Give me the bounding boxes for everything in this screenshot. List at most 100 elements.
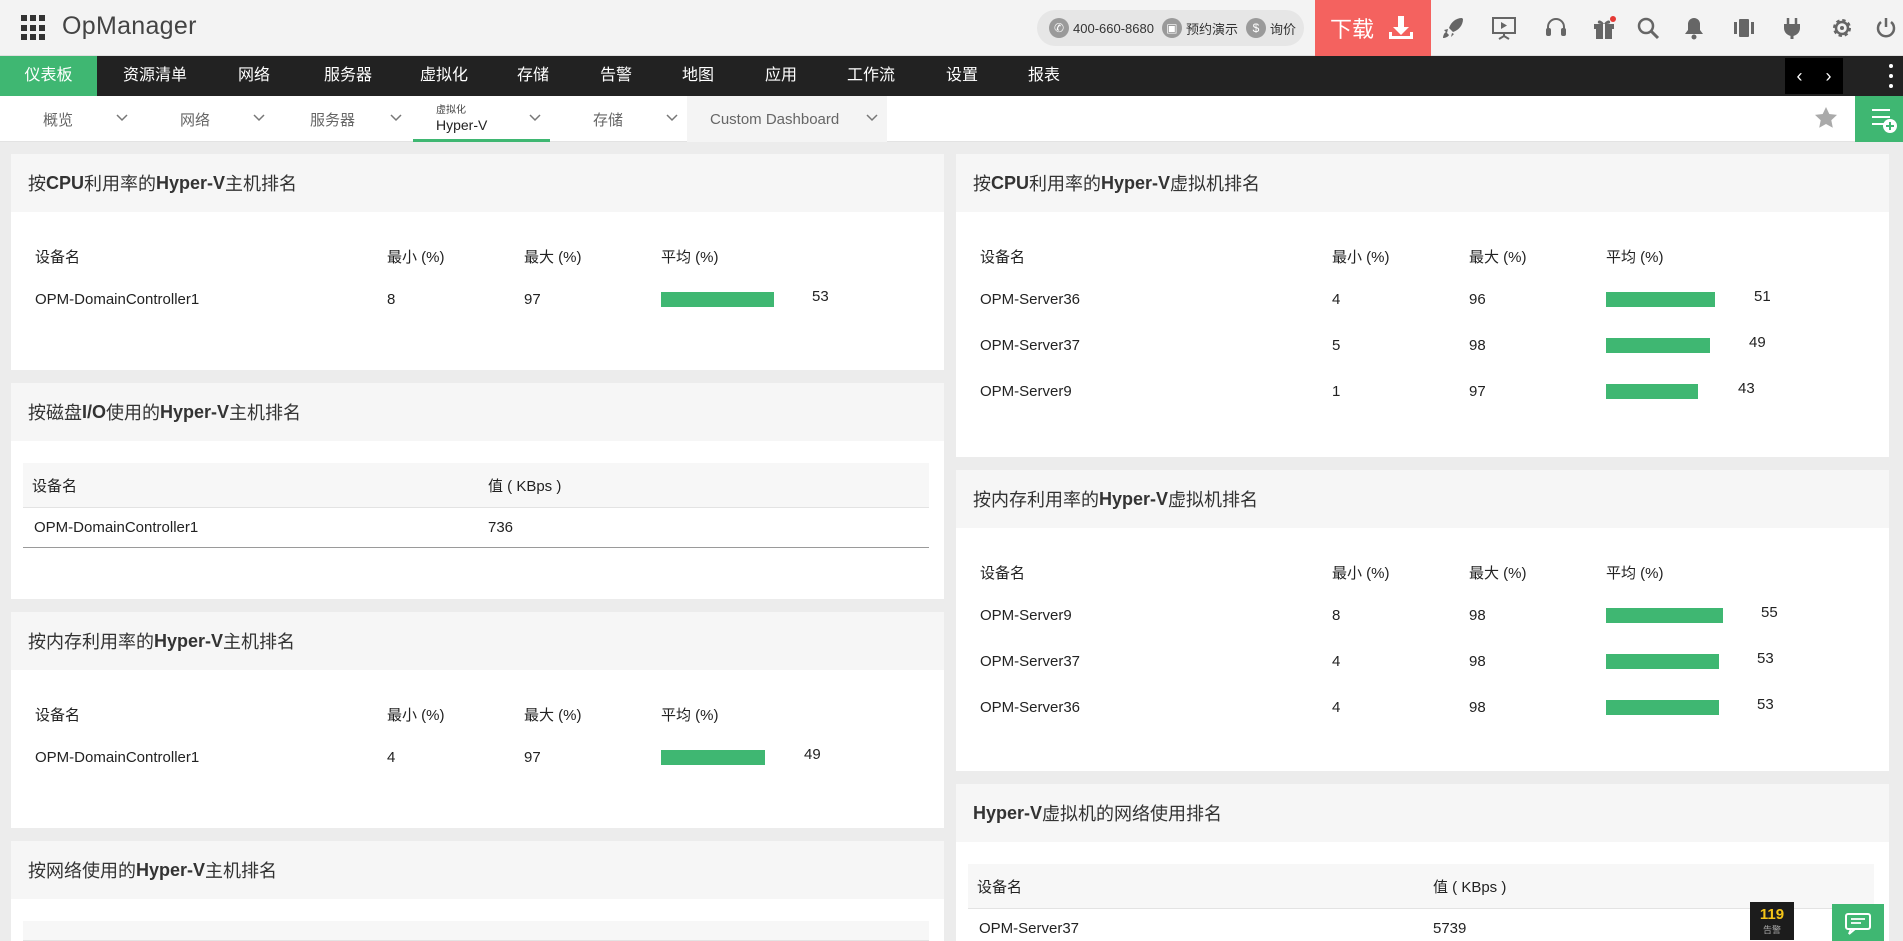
tab-category: 虚拟化	[436, 104, 466, 116]
max-value: 98	[1469, 337, 1486, 354]
alarm-count: 119	[1759, 906, 1785, 923]
device-name[interactable]: OPM-DomainController1	[34, 519, 198, 536]
tab-overview[interactable]: 概览	[0, 96, 137, 142]
tab-label: Hyper-V	[436, 116, 488, 133]
presentation-icon[interactable]	[1489, 13, 1519, 43]
col-max: 最大 (%)	[524, 707, 582, 724]
nav-storage[interactable]: 存储	[500, 56, 566, 96]
app-title: OpManager	[62, 12, 197, 40]
chevron-down-icon	[390, 114, 402, 122]
panel-host-disk-io: 按磁盘 I/O 使用的 Hyper-V 主机排名 设备名 值 ( KBps ) OPM-…	[11, 383, 944, 599]
power-icon[interactable]	[1871, 13, 1901, 43]
tab-network[interactable]: 网络	[137, 96, 274, 142]
col-value: 值 ( KBps )	[488, 478, 562, 495]
device-name[interactable]: OPM-Server36	[980, 699, 1080, 716]
nav-reports[interactable]: 报表	[1011, 56, 1077, 96]
col-min: 最小 (%)	[1332, 565, 1390, 582]
panel-title: 按 CPU 利用率的 Hyper-V 虚拟机排名	[956, 154, 1889, 212]
tab-label: 存储	[593, 111, 624, 129]
panel-host-cpu: 按 CPU 利用率的 Hyper-V 主机排名 设备名 最小 (%) 最大 (%) 平均…	[11, 154, 944, 370]
more-vertical-icon[interactable]	[1886, 64, 1896, 88]
device-name[interactable]: OPM-Server36	[980, 291, 1080, 308]
avg-bar	[1606, 384, 1698, 399]
max-value: 96	[1469, 291, 1486, 308]
chevron-down-icon	[253, 114, 265, 122]
device-name[interactable]: OPM-Server37	[980, 653, 1080, 670]
min-value: 8	[387, 291, 396, 308]
quote-link[interactable]: $ 询价	[1245, 18, 1296, 38]
phone-link[interactable]: ✆ 400-660-8680	[1049, 18, 1154, 38]
alarm-count-badge[interactable]: 119 告警	[1750, 902, 1794, 940]
col-device-name: 设备名	[980, 565, 1026, 582]
col-avg: 平均 (%)	[661, 249, 719, 266]
avg-value: 43	[1738, 380, 1755, 397]
col-device-name: 设备名	[977, 879, 1023, 896]
add-widget-button[interactable]	[1855, 96, 1903, 142]
max-value: 97	[524, 291, 541, 308]
device-name[interactable]: OPM-DomainController1	[35, 291, 199, 308]
panel-vm-cpu: 按 CPU 利用率的 Hyper-V 虚拟机排名 设备名 最小 (%) 最大 (%) 平…	[956, 154, 1889, 457]
sub-nav: 概览 网络 服务器 虚拟化 Hyper-V 存储 Custom Dashboar…	[0, 96, 1903, 142]
device-name[interactable]: OPM-DomainController1	[35, 749, 199, 766]
headset-icon[interactable]	[1541, 13, 1571, 43]
avg-bar	[661, 750, 765, 765]
tab-label: 服务器	[310, 111, 356, 129]
nav-maps[interactable]: 地图	[665, 56, 731, 96]
avg-value: 53	[1757, 650, 1774, 667]
app-grid-icon[interactable]	[21, 15, 47, 41]
tab-hyper-v[interactable]: 虚拟化 Hyper-V	[413, 96, 550, 142]
main-nav: 仪表板 资源清单 网络 服务器 虚拟化 存储 告警 地图 应用 工作流 设置 报…	[0, 56, 1903, 96]
tab-servers[interactable]: 服务器	[274, 96, 411, 142]
quote-label: 询价	[1269, 21, 1296, 37]
col-max: 最大 (%)	[1469, 249, 1527, 266]
download-button[interactable]: 下载	[1315, 0, 1431, 56]
gift-icon[interactable]	[1589, 13, 1619, 43]
table-bottom-line	[23, 547, 929, 548]
rocket-icon[interactable]	[1438, 13, 1468, 43]
panel-host-memory: 按内存利用率的 Hyper-V 主机排名 设备名 最小 (%) 最大 (%) 平均 …	[11, 612, 944, 828]
avg-value: 55	[1761, 604, 1778, 621]
nav-settings[interactable]: 设置	[929, 56, 995, 96]
col-value: 值 ( KBps )	[1433, 879, 1507, 896]
panel-title: 按内存利用率的 Hyper-V 主机排名	[11, 612, 944, 670]
gear-icon[interactable]	[1827, 13, 1857, 43]
plugin-icon[interactable]	[1777, 13, 1807, 43]
search-icon[interactable]	[1633, 13, 1663, 43]
device-name[interactable]: OPM-Server37	[980, 337, 1080, 354]
top-bar: OpManager ✆ 400-660-8680 ▣ 预约演示 $ 询价 下载	[0, 0, 1903, 56]
col-max: 最大 (%)	[524, 249, 582, 266]
nav-virtualization[interactable]: 虚拟化	[404, 56, 484, 96]
nav-servers[interactable]: 服务器	[307, 56, 389, 96]
tab-label: 网络	[180, 111, 211, 129]
value: 5739	[1433, 920, 1467, 937]
chat-button[interactable]	[1832, 904, 1884, 941]
tab-storage[interactable]: 存储	[550, 96, 687, 142]
panel-title: 按网络使用的 Hyper-V 主机排名	[11, 841, 944, 899]
nav-inventory[interactable]: 资源清单	[105, 56, 205, 96]
avg-value: 49	[1749, 334, 1766, 351]
device-name[interactable]: OPM-Server9	[980, 383, 1072, 400]
nav-apps[interactable]: 应用	[748, 56, 814, 96]
min-value: 1	[1332, 383, 1341, 400]
chevron-left-icon[interactable]: ‹	[1785, 58, 1814, 94]
demo-link[interactable]: ▣ 预约演示	[1161, 18, 1238, 38]
avg-bar	[1606, 700, 1719, 715]
max-value: 98	[1469, 699, 1486, 716]
min-value: 8	[1332, 607, 1341, 624]
tab-custom-dashboard[interactable]: Custom Dashboard	[687, 96, 887, 142]
nav-network[interactable]: 网络	[221, 56, 287, 96]
avg-bar	[1606, 292, 1715, 307]
bell-icon[interactable]	[1679, 13, 1709, 43]
device-name[interactable]: OPM-Server37	[979, 920, 1079, 937]
nav-dashboard[interactable]: 仪表板	[0, 56, 97, 96]
vibrate-icon[interactable]	[1729, 13, 1759, 43]
device-name[interactable]: OPM-Server9	[980, 607, 1072, 624]
star-icon[interactable]	[1812, 104, 1840, 132]
col-avg: 平均 (%)	[661, 707, 719, 724]
avg-value: 53	[812, 288, 829, 305]
nav-alarms[interactable]: 告警	[583, 56, 649, 96]
max-value: 97	[1469, 383, 1486, 400]
nav-workflow[interactable]: 工作流	[831, 56, 911, 96]
panel-vm-memory: 按内存利用率的 Hyper-V 虚拟机排名 设备名 最小 (%) 最大 (%) 平均…	[956, 470, 1889, 771]
chevron-right-icon[interactable]: ›	[1814, 58, 1843, 94]
